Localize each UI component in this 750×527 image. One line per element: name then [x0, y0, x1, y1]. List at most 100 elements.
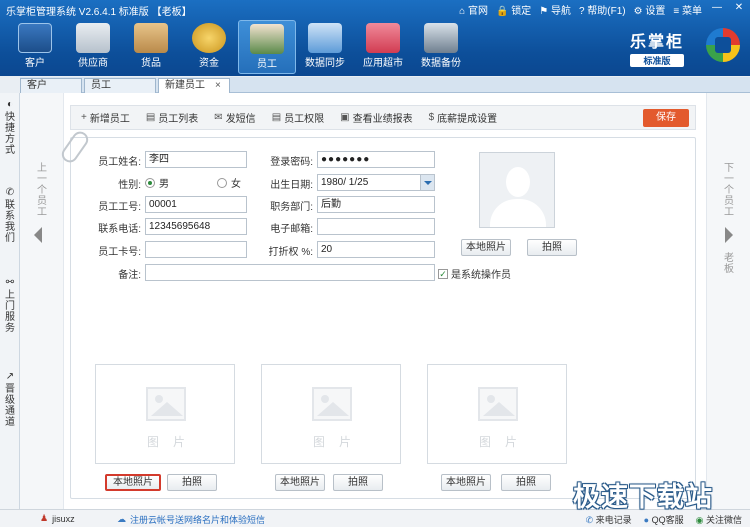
birth-date-picker[interactable]: 1980/ 1/25: [317, 174, 435, 191]
card-number-label: 员工卡号:: [98, 247, 141, 258]
top-links: ⌂ 官网 🔒 锁定 ⚑ 导航 ? 帮助(F1) ⚙ 设置 ≡ 菜单 — ✕: [459, 2, 746, 17]
call-log-link[interactable]: ✆ 来电记录: [586, 513, 632, 526]
status-right-links: ✆ 来电记录 ● QQ客服 ◉ 关注微信: [586, 513, 742, 526]
next-employee-name: 老板: [724, 253, 734, 275]
photo-placeholder-text: 图片: [146, 435, 199, 449]
discount-label: 打折权 %:: [268, 247, 313, 258]
performance-report-button[interactable]: ▣ 查看业绩报表: [340, 110, 412, 125]
nav-customer[interactable]: 客户: [6, 20, 64, 74]
image-placeholder-icon: [312, 387, 352, 421]
add-employee-button[interactable]: + 新增员工: [81, 110, 130, 125]
department-label: 职务部门:: [270, 202, 313, 213]
password-label: 登录密码:: [270, 157, 313, 168]
action-bar: + 新增员工 ▤ 员工列表 ✉ 发短信 ▤ 员工权限 ▣ 查看业绩报表 $ 底薪提成设置 保…: [70, 105, 696, 130]
employee-number-input[interactable]: 00001: [145, 196, 247, 213]
guide-link[interactable]: ⚑ 导航: [539, 2, 571, 17]
report-icon: ▣: [340, 112, 350, 123]
backup-icon: [424, 23, 458, 53]
truck-icon: [76, 23, 110, 53]
department-input[interactable]: 后勤: [317, 196, 435, 213]
gender-female-radio[interactable]: 女: [217, 175, 241, 190]
employee-list-button[interactable]: ▤ 员工列表: [146, 110, 198, 125]
email-input[interactable]: [317, 218, 435, 235]
employee-avatar: [479, 152, 555, 228]
tab-employee[interactable]: 员工: [84, 78, 156, 93]
image-placeholder-icon: [478, 387, 518, 421]
qq-service-link[interactable]: ● QQ客服: [644, 513, 684, 526]
gender-label: 性别:: [118, 180, 141, 191]
card-number-input[interactable]: [145, 241, 247, 258]
sidebar-shortcuts[interactable]: ◐ 快捷方式: [3, 99, 17, 156]
next-employee-column[interactable]: 下一个员工 老板: [706, 93, 750, 509]
avatar-head-icon: [506, 167, 530, 197]
help-link[interactable]: ? 帮助(F1): [579, 2, 626, 17]
next-employee-label: 下一个员工: [724, 163, 734, 218]
gender-male-radio[interactable]: 男: [145, 175, 169, 190]
slot2-local-photo-button[interactable]: 本地照片: [275, 474, 325, 491]
list-icon: ▤: [145, 112, 156, 123]
bike-icon: ⚯: [5, 277, 15, 288]
slot2-take-photo-button[interactable]: 拍照: [333, 474, 383, 491]
tab-new-employee[interactable]: 新建员工 ×: [158, 78, 230, 93]
left-sidebar: ◐ 快捷方式 ✆ 联系我们 ⚯ 上门服务 ↗ 晋级通道: [0, 93, 20, 510]
salary-commission-button[interactable]: $ 底薪提成设置: [429, 110, 498, 125]
sync-icon: [308, 23, 342, 53]
nav-data-sync[interactable]: 数据同步: [296, 20, 354, 74]
register-cloud-link[interactable]: ☁ 注册云帐号送网络名片和体验短信: [117, 513, 265, 526]
prev-arrow-icon[interactable]: [34, 227, 42, 243]
qq-icon: ●: [643, 515, 650, 525]
system-operator-checkbox[interactable]: ✓ 是系统操作员: [438, 266, 511, 281]
sidebar-onsite-service[interactable]: ⚯ 上门服务: [3, 277, 17, 334]
app-title: 乐掌柜管理系统 V2.6.4.1 标准版 【老板】: [6, 7, 192, 18]
avatar-body-icon: [490, 199, 546, 227]
lock-link[interactable]: 🔒 锁定: [496, 2, 531, 17]
next-arrow-icon[interactable]: [725, 227, 733, 243]
discount-input[interactable]: 20: [317, 241, 435, 258]
employee-form: 员工姓名: 李四 登录密码: ●●●●●●● 性别: 男 女 出生日期: 198…: [58, 128, 696, 499]
customer-icon: [18, 23, 52, 53]
current-user: ♟ jisuxz: [40, 513, 75, 524]
nav-supplier[interactable]: 供应商: [64, 20, 122, 74]
official-site-link[interactable]: ⌂ 官网: [459, 2, 488, 17]
employee-number-label: 员工工号:: [98, 202, 141, 213]
prev-employee-column[interactable]: 上一个员工: [20, 93, 64, 509]
sidebar-contact-us[interactable]: ✆ 联系我们: [3, 187, 17, 244]
note-label: 备注:: [118, 270, 141, 281]
photo-slot-2: 图片: [261, 364, 401, 464]
sidebar-upgrade-channel[interactable]: ↗ 晋级通道: [3, 371, 17, 428]
brand: 乐掌柜 标准版: [630, 28, 685, 67]
tab-close-icon[interactable]: ×: [215, 80, 221, 91]
save-button[interactable]: 保存: [643, 109, 689, 127]
close-button[interactable]: ✕: [732, 2, 746, 17]
phone-input[interactable]: 12345695648: [145, 218, 247, 235]
nav-goods[interactable]: 货品: [122, 20, 180, 74]
send-sms-button[interactable]: ✉ 发短信: [214, 110, 255, 125]
calendar-dropdown-icon[interactable]: [420, 175, 434, 190]
slot1-take-photo-button[interactable]: 拍照: [167, 474, 217, 491]
minimize-button[interactable]: —: [710, 2, 724, 17]
slot3-take-photo-button[interactable]: 拍照: [501, 474, 551, 491]
nav-employee[interactable]: 员工: [238, 20, 296, 74]
radio-unchecked-icon: [217, 177, 227, 188]
slot3-local-photo-button[interactable]: 本地照片: [441, 474, 491, 491]
nav-data-backup[interactable]: 数据备份: [412, 20, 470, 74]
follow-wechat-link[interactable]: ◉ 关注微信: [696, 513, 742, 526]
photo-slot-3: 图片: [427, 364, 567, 464]
settings-link[interactable]: ⚙ 设置: [634, 2, 666, 17]
image-placeholder-icon: [146, 387, 186, 421]
avatar-local-photo-button[interactable]: 本地照片: [461, 239, 511, 256]
slot1-local-photo-button[interactable]: 本地照片: [105, 474, 161, 491]
employee-permissions-button[interactable]: ▤ 员工权限: [272, 110, 324, 125]
avatar-take-photo-button[interactable]: 拍照: [527, 239, 577, 256]
nav-funds[interactable]: 资金: [180, 20, 238, 74]
password-input[interactable]: ●●●●●●●: [317, 151, 435, 168]
trend-icon: ↗: [5, 371, 15, 382]
note-input[interactable]: [145, 264, 435, 281]
nav-app-market[interactable]: 应用超市: [354, 20, 412, 74]
prev-employee-label: 上一个员工: [37, 163, 47, 218]
name-label: 员工姓名:: [98, 157, 141, 168]
tab-customer[interactable]: 客户: [20, 78, 82, 93]
menu-link[interactable]: ≡ 菜单: [673, 2, 702, 17]
shortcut-icon: ◐: [6, 99, 14, 110]
name-input[interactable]: 李四: [145, 151, 247, 168]
